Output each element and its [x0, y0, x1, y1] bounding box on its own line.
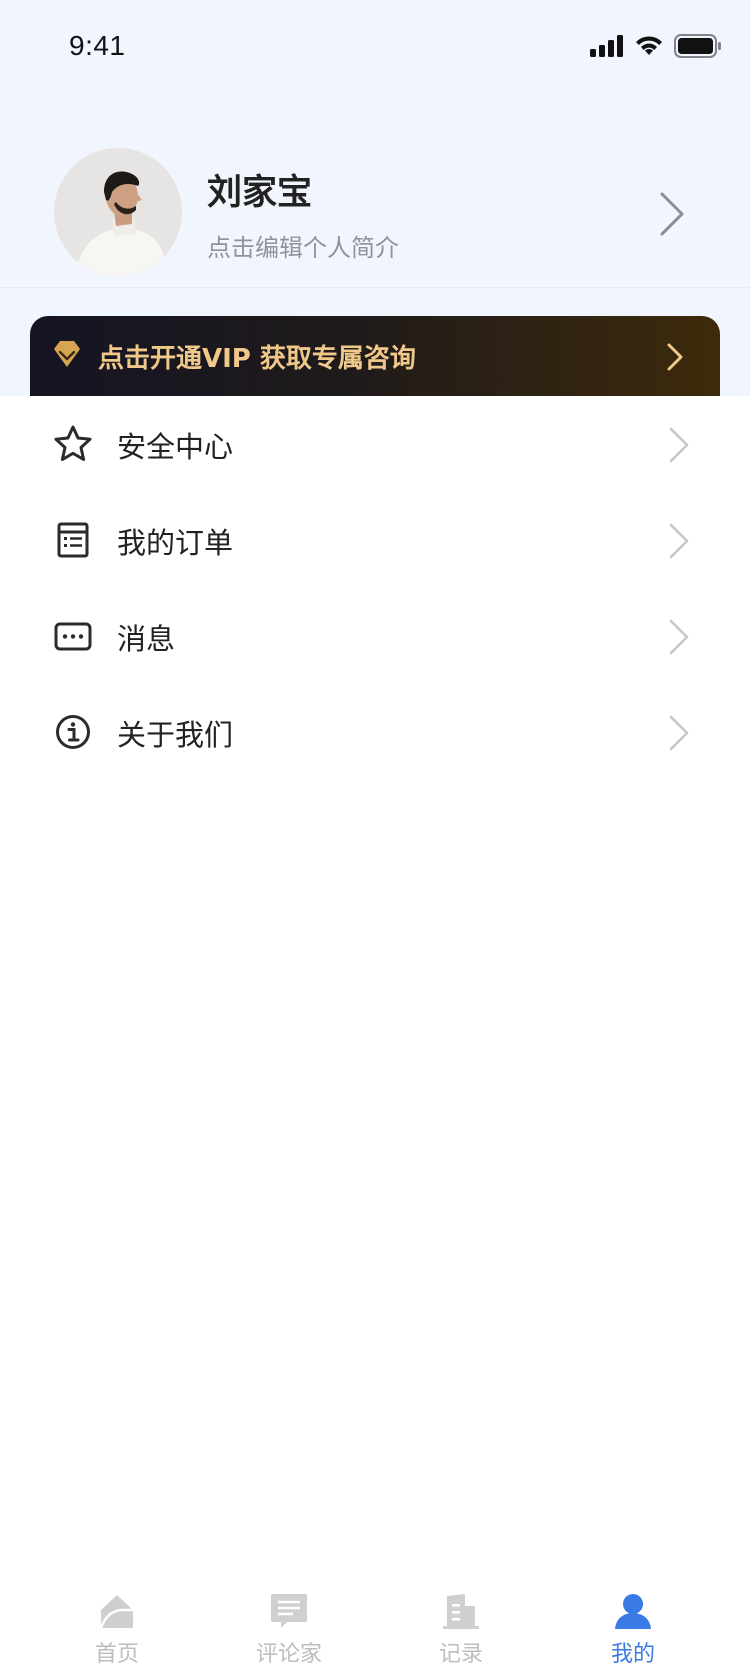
menu-item-security-center[interactable]: 安全中心	[0, 396, 750, 492]
tab-label: 我的	[610, 1642, 655, 1667]
tab-label: 首页	[94, 1642, 139, 1667]
chevron-right-icon	[669, 523, 689, 559]
vip-banner-text: 点击开通VIP 获取专属咨询	[98, 344, 416, 374]
battery-icon	[674, 34, 721, 58]
wifi-icon	[636, 36, 662, 55]
avatar[interactable]	[54, 148, 182, 276]
profile-chevron-right-icon[interactable]	[656, 190, 688, 238]
menu-item-my-orders[interactable]: 我的订单	[0, 492, 750, 588]
diamond-icon	[54, 341, 80, 367]
status-bar: 9:41	[0, 0, 750, 96]
info-icon	[56, 715, 90, 749]
user-icon	[615, 1594, 651, 1629]
menu-item-about-us[interactable]: 关于我们	[0, 684, 750, 780]
menu-list: 安全中心 我的订单 消息 关于我们	[0, 396, 750, 796]
home-icon	[99, 1595, 133, 1629]
vip-chevron-right-icon	[667, 343, 683, 371]
tab-home[interactable]: 首页	[57, 1580, 177, 1670]
menu-item-label: 消息	[117, 622, 176, 656]
tab-records[interactable]: 记录	[401, 1580, 521, 1670]
building-icon	[443, 1594, 479, 1629]
menu-item-label: 我的订单	[117, 526, 234, 560]
cellular-signal-icon	[590, 35, 623, 57]
profile-bio[interactable]: 点击编辑个人简介	[207, 228, 399, 263]
profile-screen: 9:41 刘家宝 点击编辑个人简介 点击开通VIP 获取专属咨询 安全中心 我的…	[0, 0, 750, 1670]
status-icons	[590, 32, 722, 60]
avatar-image	[54, 148, 182, 276]
tab-mine[interactable]: 我的	[573, 1580, 693, 1670]
menu-item-label: 安全中心	[117, 430, 234, 464]
tab-label: 评论家	[255, 1642, 322, 1667]
header-divider	[0, 287, 750, 288]
chevron-right-icon	[669, 619, 689, 655]
tab-label: 记录	[438, 1642, 483, 1667]
status-time: 9:41	[69, 30, 126, 61]
star-icon	[54, 425, 92, 461]
profile-name[interactable]: 刘家宝	[207, 164, 312, 215]
bottom-tab-bar: 首页 评论家 记录 我的	[0, 1580, 750, 1670]
vip-banner[interactable]: 点击开通VIP 获取专属咨询	[30, 316, 720, 396]
chevron-right-icon	[669, 715, 689, 751]
order-list-icon	[57, 522, 89, 558]
comment-icon	[271, 1594, 307, 1628]
tab-critics[interactable]: 评论家	[229, 1580, 349, 1670]
message-icon	[54, 622, 92, 651]
chevron-right-icon	[669, 427, 689, 463]
menu-item-label: 关于我们	[117, 718, 234, 752]
menu-item-messages[interactable]: 消息	[0, 588, 750, 684]
